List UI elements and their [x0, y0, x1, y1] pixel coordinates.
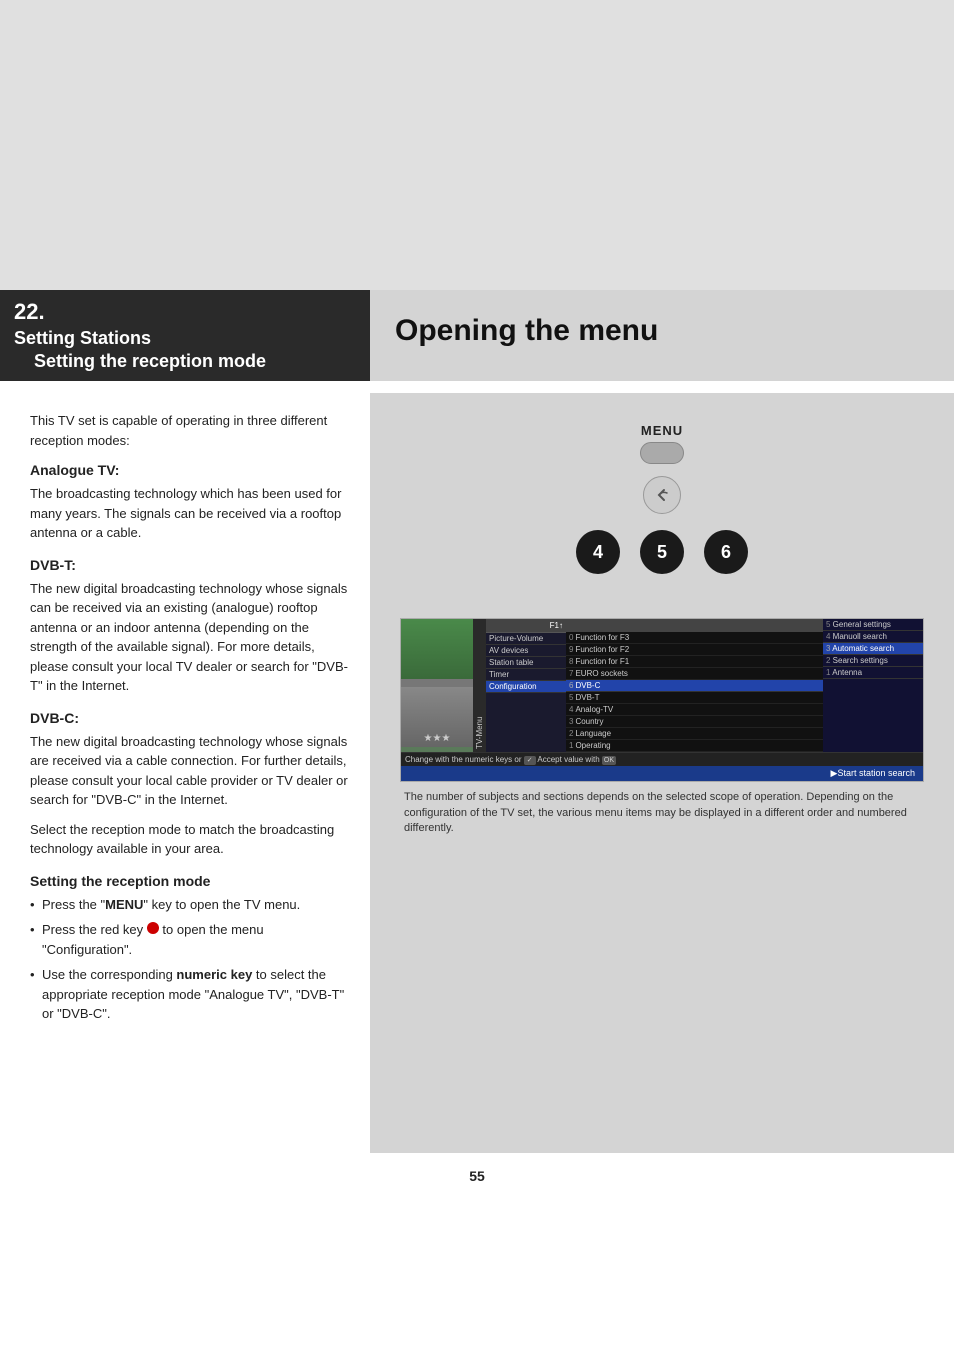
heading-row: 22. Setting Stations Setting the recepti… — [0, 290, 954, 381]
center-top — [566, 619, 823, 632]
tv-top-bar: F1↑ — [486, 619, 566, 633]
menu-item-station: Station table — [486, 657, 566, 669]
menu-item-config: Configuration — [486, 681, 566, 693]
tv-image-top — [401, 619, 473, 679]
dvbc-body: The new digital broadcasting technology … — [30, 732, 350, 810]
cm-item-5: 5 DVB-T — [566, 692, 823, 704]
cm-item-2: 2 Language — [566, 728, 823, 740]
cm-item-8: 8 Function for F1 — [566, 656, 823, 668]
tv-image-area: ★★★ — [401, 619, 473, 752]
cm-item-6: 6 DVB-C — [566, 680, 823, 692]
cm-item-9: 9 Function for F2 — [566, 644, 823, 656]
left-column: This TV set is capable of operating in t… — [0, 393, 370, 1153]
menu-item-av: AV devices — [486, 645, 566, 657]
bullet-list: Press the "MENU" key to open the TV menu… — [30, 895, 350, 1024]
tv-center-menu: 0 Function for F3 9 Function for F2 8 Fu… — [566, 619, 823, 752]
stars: ★★★ — [401, 733, 473, 744]
tv-menu-area: ★★★ TV-Menu F1↑ Picture-Volume AV device… — [400, 618, 924, 836]
number-buttons-row: 4 5 6 — [576, 530, 748, 574]
dvbt-body: The new digital broadcasting technology … — [30, 579, 350, 696]
bullet-item-2: Press the red key to open the menu "Conf… — [30, 920, 350, 959]
top-gray-area — [0, 0, 954, 290]
back-button — [643, 476, 681, 514]
tv-menu-screenshot: ★★★ TV-Menu F1↑ Picture-Volume AV device… — [400, 618, 924, 782]
back-icon — [652, 485, 672, 505]
analogue-tv-body: The broadcasting technology which has be… — [30, 484, 350, 543]
start-search-text: ▶Start station search — [831, 768, 915, 778]
sm-item-3: 3 Automatic search — [823, 643, 923, 655]
sm-item-5: 5 General settings — [823, 619, 923, 631]
tv-side-label: TV-Menu — [473, 619, 486, 752]
dvbt-title: DVB-T: — [30, 557, 350, 573]
analogue-tv-title: Analogue TV: — [30, 462, 350, 478]
bullet-item-1: Press the "MENU" key to open the TV menu… — [30, 895, 350, 915]
select-text: Select the reception mode to match the b… — [30, 820, 350, 859]
menu-item-picture: Picture-Volume — [486, 633, 566, 645]
bottom-area: 55 — [0, 1153, 954, 1214]
tv-bottom-bar: Change with the numeric keys or ✓ Accept… — [401, 752, 923, 766]
change-text: Change with the numeric keys or ✓ Accept… — [405, 755, 616, 764]
sm-item-2: 2 Search settings — [823, 655, 923, 667]
menu-button-label: MENU — [576, 423, 748, 438]
tv-screen: ★★★ TV-Menu F1↑ Picture-Volume AV device… — [401, 619, 923, 752]
menu-key-label: MENU — [105, 897, 143, 912]
button-5[interactable]: 5 — [640, 530, 684, 574]
chapter-heading-left: 22. Setting Stations Setting the recepti… — [0, 290, 370, 381]
opening-menu-heading-area: Opening the menu — [370, 290, 954, 381]
to-open-menu-text: to open the menu — [162, 922, 263, 937]
tv-sub-menu: 5 General settings 4 Manuoll search 3 Au… — [823, 619, 923, 752]
button-6[interactable]: 6 — [704, 530, 748, 574]
start-search-bar: ▶Start station search — [401, 766, 923, 781]
intro-text: This TV set is capable of operating in t… — [30, 403, 350, 450]
chapter-subtitle: Setting the reception mode — [14, 350, 356, 373]
page-number: 55 — [469, 1153, 485, 1194]
tv-image-separator — [401, 679, 473, 687]
cm-item-4: 4 Analog-TV — [566, 704, 823, 716]
button-4[interactable]: 4 — [576, 530, 620, 574]
chapter-title: Setting Stations — [14, 327, 356, 350]
page-container: 22. Setting Stations Setting the recepti… — [0, 0, 954, 1351]
opening-menu-heading: Opening the menu — [385, 305, 668, 357]
chapter-heading-box: 22. Setting Stations Setting the recepti… — [0, 290, 370, 381]
numeric-key-label: numeric key — [176, 967, 252, 982]
red-circle-icon — [147, 922, 159, 934]
sm-item-4: 4 Manuoll search — [823, 631, 923, 643]
cm-item-3: 3 Country — [566, 716, 823, 728]
chapter-number: 22. — [14, 298, 356, 327]
cm-item-1: 1 Operating — [566, 740, 823, 752]
main-content: This TV set is capable of operating in t… — [0, 393, 954, 1153]
setting-reception-mode-title: Setting the reception mode — [30, 873, 350, 889]
right-column: MENU 4 5 6 — [370, 393, 954, 1153]
cm-item-0: 0 Function for F3 — [566, 632, 823, 644]
dvbc-title: DVB-C: — [30, 710, 350, 726]
menu-button-shape — [640, 442, 684, 464]
tv-left-menu: F1↑ Picture-Volume AV devices Station ta… — [486, 619, 566, 752]
cm-item-7: 7 EURO sockets — [566, 668, 823, 680]
remote-area: MENU 4 5 6 — [390, 403, 934, 846]
bullet-item-3: Use the corresponding numeric key to sel… — [30, 965, 350, 1024]
menu-item-timer: Timer — [486, 669, 566, 681]
sm-item-1: 1 Antenna — [823, 667, 923, 679]
caption-text: The number of subjects and sections depe… — [400, 790, 924, 836]
